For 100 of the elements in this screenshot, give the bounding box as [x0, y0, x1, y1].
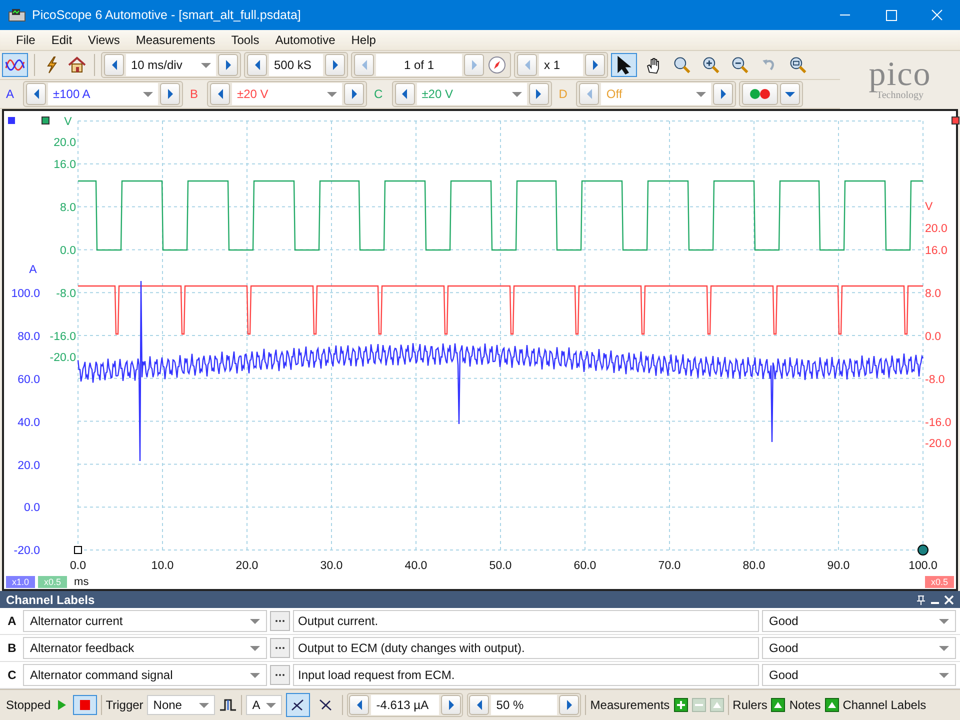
channel-letter: B: [6, 641, 18, 655]
channel-letter: C: [6, 668, 18, 682]
channel-name-dropdown[interactable]: Alternator command signal: [23, 664, 267, 686]
channel-name-dropdown[interactable]: Alternator feedback: [23, 637, 267, 659]
more-button[interactable]: [270, 638, 290, 658]
axis-label: -8.0: [925, 374, 945, 386]
time-axis-label: 50.0: [489, 560, 512, 572]
measurements-label: Measurements: [590, 698, 670, 712]
axis-label: 0.0: [925, 331, 941, 343]
axis-unit: V: [64, 116, 72, 128]
time-axis-label: 30.0: [320, 560, 343, 572]
timebase-dropdown[interactable]: 10 ms/div: [126, 54, 216, 76]
next-button[interactable]: [344, 83, 364, 105]
channel-letter[interactable]: A: [2, 87, 20, 101]
rising-edge-button[interactable]: [286, 693, 310, 717]
axis-unit: A: [29, 264, 37, 276]
stop-button[interactable]: [72, 695, 97, 715]
description-field[interactable]: Input load request from ECM.: [293, 664, 759, 686]
time-axis-label: 20.0: [236, 560, 258, 572]
next-button[interactable]: [713, 83, 734, 105]
axis-label: 20.0: [54, 137, 76, 149]
axis-label: 20.0: [925, 223, 948, 235]
axis-label: 40.0: [18, 417, 40, 429]
company-logo: pico Technology: [868, 54, 932, 102]
next-button[interactable]: [528, 83, 549, 105]
axis-label: 60.0: [18, 374, 40, 386]
axis-label: -8.0: [56, 288, 76, 300]
menu-item[interactable]: Tools: [223, 33, 268, 47]
time-axis-label: 10.0: [151, 560, 174, 572]
trigger-label: Trigger: [106, 698, 144, 712]
axis-label: 16.0: [925, 245, 948, 257]
time-axis-label: 70.0: [658, 560, 681, 572]
previous-button[interactable]: [394, 83, 415, 105]
range-dropdown[interactable]: ±100 A: [48, 83, 158, 105]
channel-marker[interactable]: [8, 117, 15, 124]
time-unit: ms: [74, 576, 89, 588]
panel-title: Channel Labels: [6, 592, 95, 606]
menu-item[interactable]: File: [8, 33, 44, 47]
time-axis-label: 100.0: [908, 560, 938, 572]
window-title: PicoScope 6 Automotive - [smart_alt_full.psdata]: [32, 8, 302, 22]
channel-marker[interactable]: [952, 116, 960, 124]
axis-label: -16.0: [50, 331, 76, 343]
previous-button[interactable]: [210, 83, 230, 105]
ellipsis-icon: [275, 673, 285, 677]
close-icon[interactable]: [944, 594, 954, 604]
notes-label: Notes: [789, 698, 821, 712]
scale-badge: x1.0: [6, 576, 36, 588]
menu-item[interactable]: Edit: [43, 33, 80, 47]
oscilloscope-icon: [8, 8, 26, 22]
axis-label: 8.0: [60, 202, 76, 214]
zoom-in-icon: [701, 55, 721, 75]
description-field[interactable]: Output to ECM (duty changes with output).: [293, 637, 759, 659]
trigger-marker[interactable]: [74, 546, 82, 554]
previous-button[interactable]: [104, 54, 124, 76]
scale-badge: x0.5: [38, 576, 68, 588]
time-axis-label: 90.0: [827, 560, 850, 572]
axis-label: 20.0: [18, 460, 40, 472]
menu-item[interactable]: Help: [343, 33, 384, 47]
axis-label: -20.0: [925, 438, 952, 450]
description-field[interactable]: Output current.: [293, 610, 759, 632]
time-axis-label: 40.0: [404, 560, 428, 572]
menu-item[interactable]: Views: [80, 33, 128, 47]
pin-icon[interactable]: [916, 594, 926, 604]
time-axis-label: 60.0: [574, 560, 596, 572]
trigger-mode-dropdown[interactable]: None: [147, 695, 216, 715]
ruler-handle[interactable]: [918, 544, 928, 556]
channel-marker[interactable]: [42, 116, 50, 124]
channel-labels-label: Channel Labels: [842, 698, 926, 712]
time-axis-label: 80.0: [742, 560, 766, 572]
next-button[interactable]: [218, 54, 238, 76]
previous-button[interactable]: [26, 83, 46, 105]
panel-toggle-icon[interactable]: [771, 698, 786, 712]
scope-mode-button[interactable]: [2, 53, 28, 77]
add-icon[interactable]: [674, 698, 688, 712]
pointer-tool-button[interactable]: [611, 53, 637, 77]
trigger-channel-dropdown[interactable]: A: [246, 695, 282, 715]
panel-toggle-icon[interactable]: [824, 698, 839, 712]
axis-label: 0.0: [60, 245, 76, 257]
axis-label: -16.0: [925, 417, 952, 429]
trigger-pulse-icon[interactable]: [219, 697, 238, 713]
status-dropdown[interactable]: Good: [762, 637, 956, 659]
axis-label: -20.0: [14, 545, 40, 557]
status-dropdown[interactable]: Good: [762, 610, 956, 632]
stop-icon: [78, 699, 91, 711]
more-button[interactable]: [270, 665, 290, 685]
waveform-icon: [5, 58, 25, 72]
menu-item[interactable]: Automotive: [267, 33, 344, 47]
menu-item[interactable]: Measurements: [128, 33, 224, 47]
next-button[interactable]: [160, 83, 180, 105]
ellipsis-icon: [275, 646, 285, 650]
channel-name-dropdown[interactable]: Alternator current: [23, 610, 267, 632]
axis-label: 100.0: [11, 288, 40, 300]
status-dropdown[interactable]: Good: [762, 664, 956, 686]
run-state-label: Stopped: [6, 698, 51, 712]
more-button[interactable]: [270, 611, 290, 631]
magnifier-icon: [672, 55, 692, 75]
axis-label: 80.0: [18, 331, 40, 343]
scale-badge: x0.5: [924, 576, 954, 588]
dropdown-button[interactable]: [780, 83, 800, 105]
axis-label: 0.0: [24, 502, 40, 514]
